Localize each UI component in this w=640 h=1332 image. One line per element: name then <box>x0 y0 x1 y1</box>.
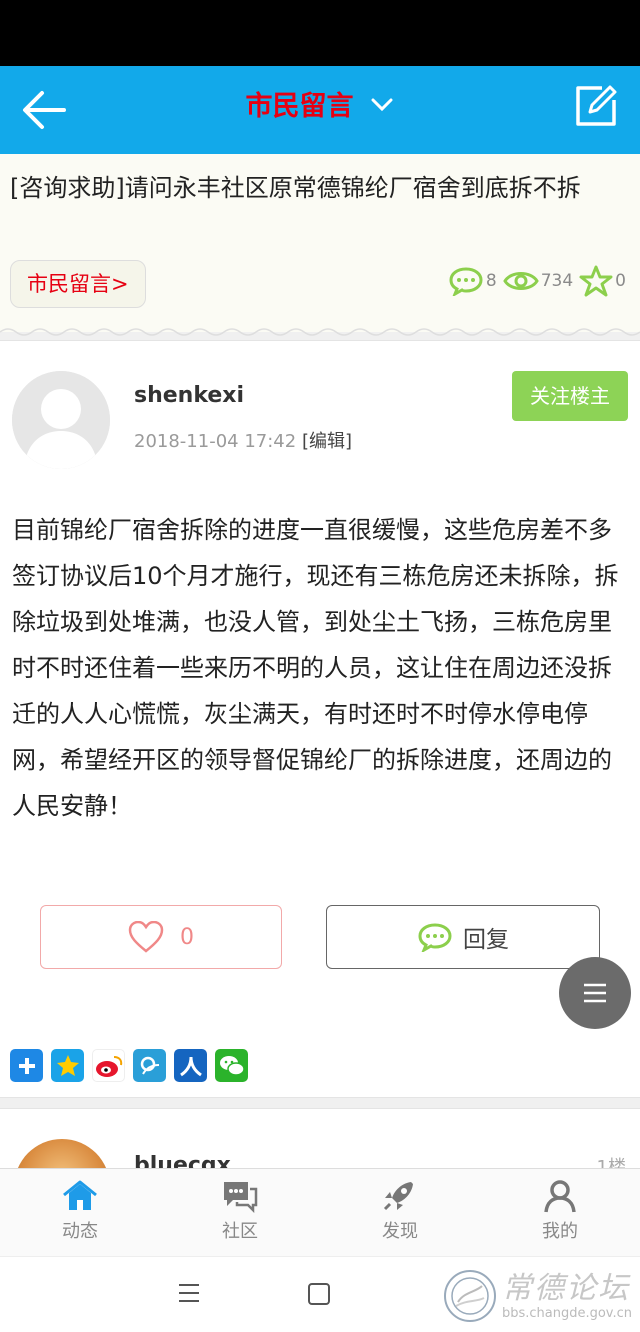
view-count: 734 <box>502 266 573 296</box>
eye-icon <box>502 272 539 290</box>
post-stats: 8 734 0 <box>442 264 626 298</box>
tencent-weibo-icon[interactable] <box>133 1049 166 1082</box>
post-content: 目前锦纶厂宿舍拆除的进度一直很缓慢，这些危房差不多签订协议后10个月才施行，现还… <box>12 516 619 820</box>
tab-discover[interactable]: 发现 <box>320 1169 480 1256</box>
rocket-icon <box>383 1182 413 1211</box>
compose-icon[interactable] <box>574 84 618 128</box>
system-nav-bar: 常德论坛 bbs.changde.gov.cn <box>0 1256 640 1332</box>
comment-icon <box>449 267 483 296</box>
like-count: 0 <box>180 924 194 950</box>
watermark-name: 常德论坛 <box>501 1270 630 1306</box>
post-title: [咨询求助]请问永丰社区原常德锦纶厂宿舍到底拆不拆 <box>10 174 581 202</box>
reply-label: 回复 <box>463 927 509 953</box>
page-title: 市民留言 <box>245 91 354 122</box>
title-dropdown[interactable]: 市民留言 <box>0 84 640 123</box>
like-button[interactable]: 0 <box>40 905 282 969</box>
tab-community[interactable]: 社区 <box>160 1169 320 1256</box>
reply-card: bluecqx 1楼 <box>0 1108 640 1170</box>
post-card: shenkexi 2018-11-04 17:42 [编辑] 关注楼主 目前锦纶… <box>0 340 640 1098</box>
qzone-icon[interactable] <box>51 1049 84 1082</box>
status-bar <box>0 0 640 66</box>
renren-icon[interactable] <box>174 1049 207 1082</box>
tab-feed[interactable]: 动态 <box>0 1169 160 1256</box>
top-bar: 市民留言 <box>0 66 640 154</box>
avatar[interactable] <box>14 1139 110 1170</box>
post-datetime: 2018-11-04 17:42 <box>134 431 297 452</box>
share-more-icon[interactable] <box>10 1049 43 1082</box>
edit-link[interactable]: [编辑] <box>302 431 352 452</box>
post-meta: 2018-11-04 17:42 [编辑] <box>134 427 352 453</box>
page: 市民留言 [咨询求助]请问永丰社区原常德锦纶厂宿舍到底拆不拆 市民留言> 8 7… <box>0 0 640 1332</box>
share-row <box>10 1049 256 1082</box>
reply-count: 8 <box>448 266 497 296</box>
follow-author-button[interactable]: 关注楼主 <box>512 371 628 421</box>
forum-logo-icon <box>443 1270 496 1322</box>
bottom-tab-bar: 动态 社区 发现 我的 <box>0 1168 640 1256</box>
home-icon <box>63 1180 97 1210</box>
chevron-down-icon <box>371 98 393 111</box>
wechat-icon[interactable] <box>215 1049 248 1082</box>
avatar[interactable] <box>12 371 110 469</box>
menu-fab-button[interactable] <box>559 957 631 1029</box>
watermark-url: bbs.changde.gov.cn <box>501 1305 632 1321</box>
menu-icon <box>584 983 606 1003</box>
tab-profile[interactable]: 我的 <box>480 1169 640 1256</box>
star-icon <box>579 265 613 297</box>
chat-bubbles-icon <box>224 1182 258 1213</box>
recent-apps-icon[interactable] <box>176 1281 202 1305</box>
reply-button[interactable]: 回复 <box>326 905 600 969</box>
heart-icon <box>128 921 164 953</box>
site-watermark: 常德论坛 bbs.changde.gov.cn <box>443 1265 632 1327</box>
author-name[interactable]: shenkexi <box>134 383 244 408</box>
home-button-icon[interactable] <box>308 1283 330 1305</box>
favorite-count[interactable]: 0 <box>579 265 626 297</box>
weibo-icon[interactable] <box>92 1049 125 1082</box>
comment-icon <box>418 923 452 952</box>
scallop-edge <box>0 328 640 336</box>
forum-tag-button[interactable]: 市民留言> <box>10 260 146 308</box>
post-header: [咨询求助]请问永丰社区原常德锦纶厂宿舍到底拆不拆 市民留言> 8 734 0 <box>0 154 640 336</box>
user-icon <box>544 1180 576 1213</box>
